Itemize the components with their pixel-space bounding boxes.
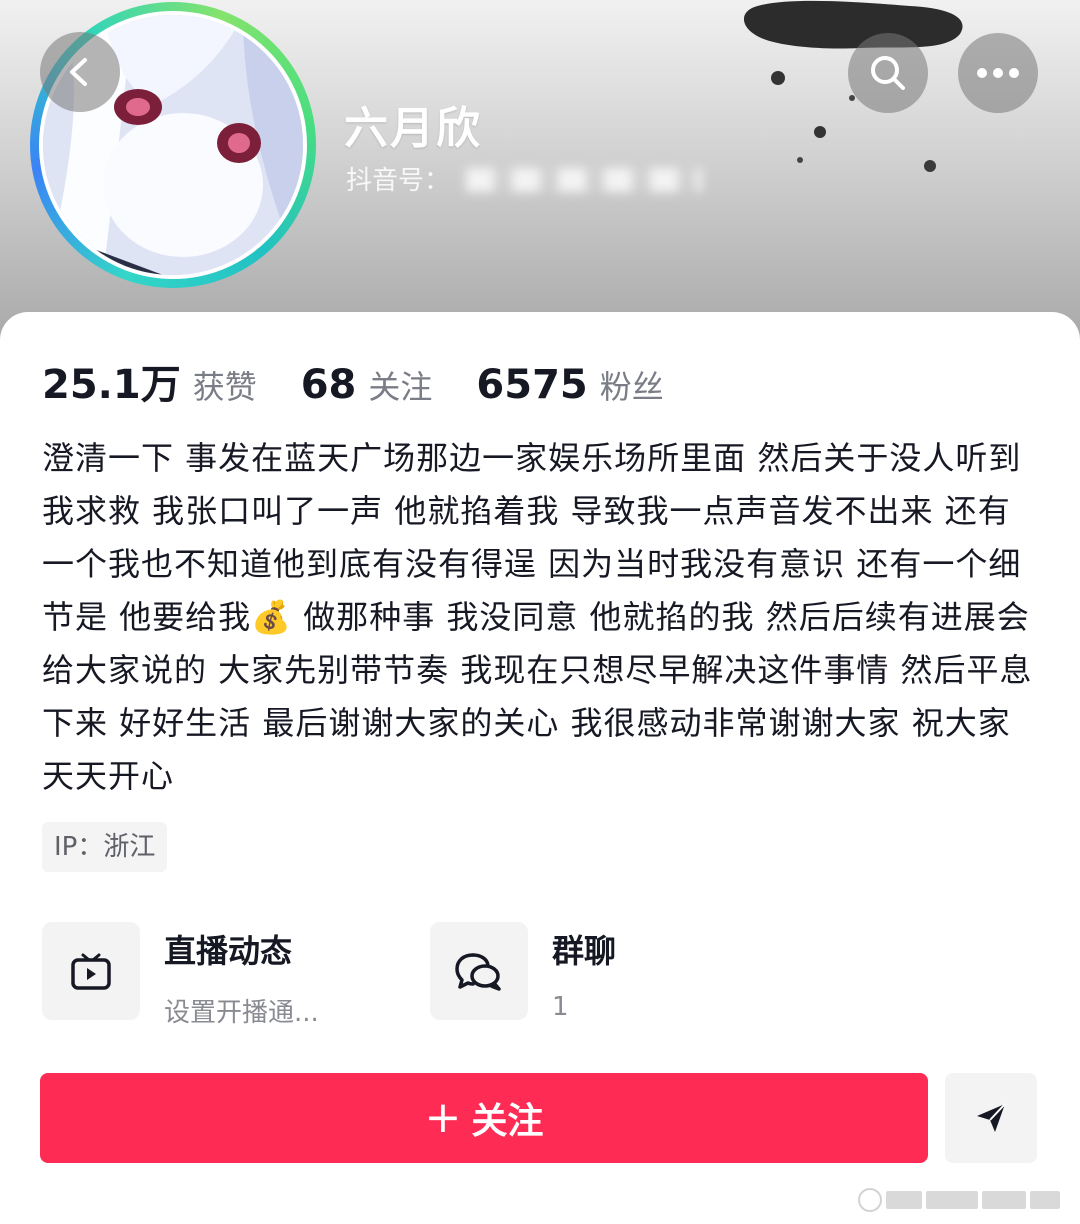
- stat-followers[interactable]: 6575 粉丝: [476, 362, 663, 408]
- profile-stats: 25.1万 获赞 68 关注 6575 粉丝: [42, 352, 708, 410]
- feature-icon-box: [430, 922, 528, 1020]
- ip-location-tag: IP：浙江: [42, 822, 168, 872]
- feature-icon-box: [42, 922, 140, 1020]
- feature-title: 直播动态: [164, 932, 293, 970]
- feature-text: 群聊 1: [552, 926, 616, 1022]
- stat-following[interactable]: 68 关注: [301, 362, 433, 408]
- stat-label: 粉丝: [599, 368, 664, 406]
- tv-icon: [71, 953, 111, 990]
- live-updates-entry[interactable]: 直播动态 设置开播通...: [42, 922, 319, 1029]
- group-chat-entry[interactable]: 群聊 1: [430, 922, 616, 1022]
- back-arrow-icon: [70, 58, 87, 86]
- stat-value: 6575: [476, 362, 588, 408]
- back-button[interactable]: [40, 32, 120, 112]
- send-icon: [977, 1103, 1006, 1132]
- stat-value: 68: [300, 362, 357, 408]
- more-button[interactable]: [958, 33, 1038, 113]
- feature-subtitle: 1: [552, 992, 569, 1022]
- feature-title: 群聊: [552, 932, 617, 970]
- stat-likes[interactable]: 25.1万 获赞: [42, 352, 257, 410]
- search-icon: [871, 56, 905, 90]
- stat-value: 25.1万: [42, 362, 181, 408]
- plus-icon: +: [424, 1092, 462, 1143]
- feature-text: 直播动态 设置开播通...: [164, 926, 319, 1029]
- stat-label: 获赞: [192, 368, 257, 406]
- blurred-douyin-id: [466, 168, 702, 192]
- search-button[interactable]: [848, 33, 928, 113]
- profile-page: 六月欣 抖音号： 25.1万 获赞 68 关注 6575 粉丝 澄清一下 事发在…: [0, 0, 1080, 1224]
- share-button[interactable]: [945, 1073, 1037, 1163]
- profile-bio: 澄清一下 事发在蓝天广场那边一家娱乐场所里面 然后关于没人听到我求救 我张口叫了…: [42, 439, 1033, 795]
- profile-nickname: 六月欣: [344, 103, 482, 154]
- douyin-id-label: 抖音号：: [346, 166, 451, 196]
- chat-bubbles-icon: [455, 953, 501, 991]
- more-dots-icon: [977, 68, 1019, 78]
- feature-subtitle: 设置开播通...: [164, 998, 319, 1028]
- follow-button[interactable]: + 关注: [40, 1073, 928, 1163]
- follow-label: 关注: [471, 1101, 544, 1142]
- watermark: [858, 1186, 1070, 1214]
- stat-label: 关注: [368, 368, 433, 406]
